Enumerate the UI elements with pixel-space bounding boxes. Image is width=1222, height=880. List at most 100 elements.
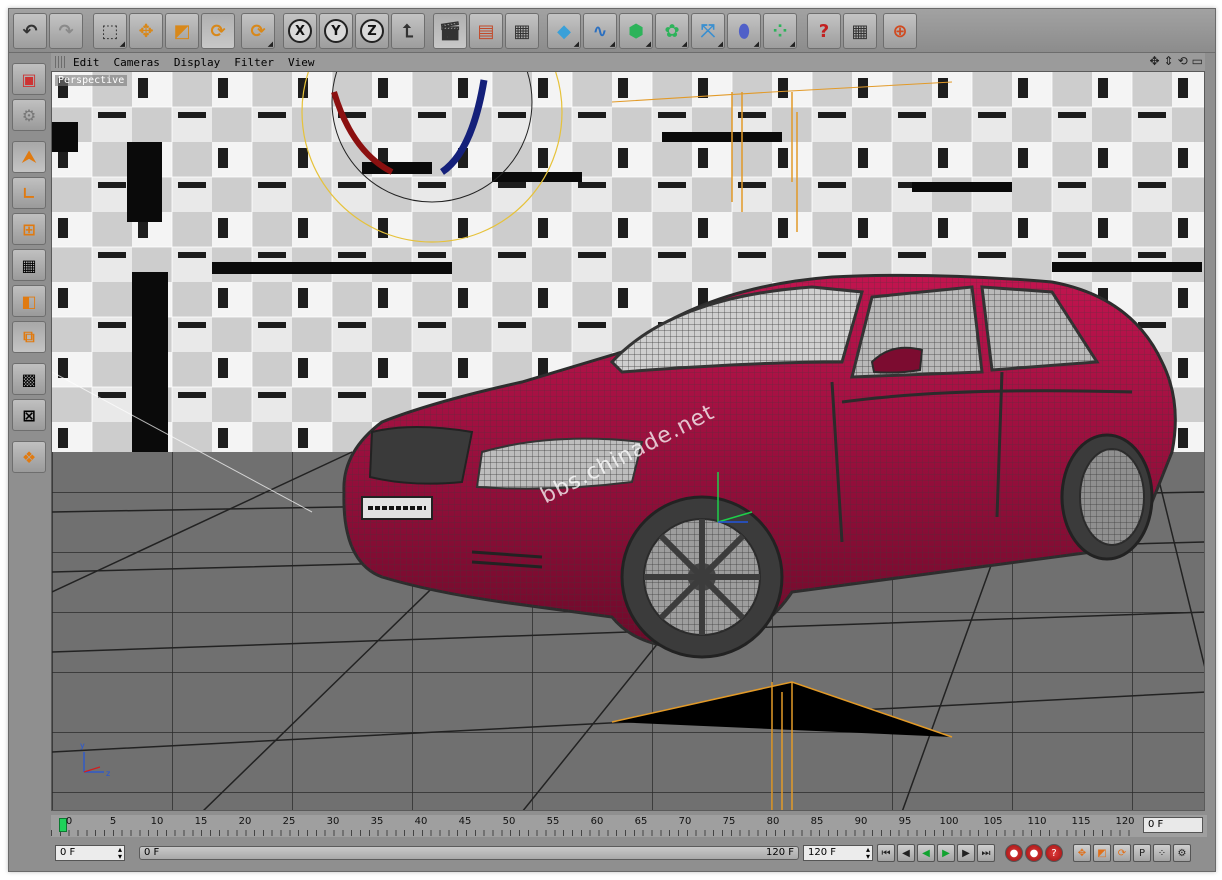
tick-label: 35 — [370, 816, 384, 827]
tick-label: 0 — [65, 816, 73, 827]
recent-tool-icon[interactable]: ⟳ ◢ — [241, 13, 275, 49]
menu-view[interactable]: View — [288, 56, 315, 69]
start-frame-field[interactable]: 0 F ▴ ▾ — [55, 845, 125, 861]
tick-label: 95 — [898, 816, 912, 827]
render-group: 🎬︎ ▤ ▦ — [433, 13, 539, 49]
play-backwards-icon[interactable]: ◀ — [917, 844, 935, 862]
tick-label: 60 — [590, 816, 604, 827]
rotate-icon[interactable]: ⟳ — [201, 13, 235, 49]
render-picture-viewer-icon[interactable]: ▤ — [469, 13, 503, 49]
next-frame-icon[interactable]: ▶ — [957, 844, 975, 862]
scale-key-icon[interactable]: ◩ — [1093, 844, 1111, 862]
tick-label: 100 — [939, 816, 959, 827]
x-axis-label: X — [288, 19, 312, 43]
menu-edit[interactable]: Edit — [73, 56, 100, 69]
go-to-start-icon[interactable]: ⏮ — [877, 844, 895, 862]
tick-label: 50 — [502, 816, 516, 827]
recent-group: ⟳ ◢ — [241, 13, 275, 49]
particles-icon[interactable]: ⁘ ◢ — [763, 13, 797, 49]
deformer-icon[interactable]: ⤧ ◢ — [691, 13, 725, 49]
cube-icon[interactable]: ◆ ◢ — [547, 13, 581, 49]
tick-label: 80 — [766, 816, 780, 827]
enable-snapping-icon[interactable]: ⊠ — [12, 399, 46, 431]
go-to-end-icon[interactable]: ⏭ — [977, 844, 995, 862]
scheme-settings-icon[interactable]: ⚙ — [1173, 844, 1191, 862]
live-selection-icon[interactable]: ⬚ ◢ — [93, 13, 127, 49]
autokeying-icon[interactable]: ● — [1025, 844, 1043, 862]
texture-mode-icon[interactable]: ⧉ — [12, 321, 46, 353]
panel-grip-icon[interactable] — [55, 56, 67, 68]
tick-label: 110 — [1027, 816, 1047, 827]
start-frame-value: 0 F — [60, 847, 76, 858]
menu-filter[interactable]: Filter — [234, 56, 274, 69]
use-points-icon[interactable]: ⊞ — [12, 213, 46, 245]
previous-frame-icon[interactable]: ◀ — [897, 844, 915, 862]
move-icon[interactable]: ✥ — [129, 13, 163, 49]
rotation-key-icon[interactable]: ⟳ — [1113, 844, 1131, 862]
spinner-icon[interactable]: ▴ ▾ — [118, 846, 122, 861]
nurbs-icon[interactable]: ⬢ ◢ — [619, 13, 653, 49]
preview-range-slider[interactable]: 0 F 120 F — [139, 846, 799, 860]
perspective-viewport[interactable]: y z Perspective bbs.chinade.net — [51, 71, 1205, 811]
viewport-navigation: ✥ ⇕ ⟲ ▭ — [1149, 54, 1203, 68]
scene-icon[interactable]: ⬮ ◢ — [727, 13, 761, 49]
objects-group: ◆ ◢ ∿ ◢ ⬢ ◢ ✿ ◢ ⤧ ◢ ⬮ ◢ ⁘ ◢ — [547, 13, 797, 49]
main-toolbar: ↶ ↷ ⬚ ◢ ✥ ◩ ⟳ ⟳ ◢ X Y Z ⮤ 🎬︎ ▤ ▦ ◆ ◢ ∿ ◢ ⬢ ◢ … — [9, 9, 1215, 53]
tick-label: 65 — [634, 816, 648, 827]
timeline-ruler[interactable]: 0 5 10 15 20 25 30 35 40 45 50 55 60 65 … — [51, 815, 1207, 837]
undo-icon[interactable]: ↶ — [13, 13, 47, 49]
tick-label: 10 — [150, 816, 164, 827]
use-model-tool-icon[interactable]: ⚙ — [12, 99, 46, 131]
spline-icon[interactable]: ∿ ◢ — [583, 13, 617, 49]
orbit-icon[interactable]: ⟲ — [1178, 54, 1188, 68]
tick-label: 85 — [810, 816, 824, 827]
use-polygons-icon[interactable]: ◧ — [12, 285, 46, 317]
play-forwards-icon[interactable]: ▶ — [937, 844, 955, 862]
mode-palette: ▣ ⚙ ⮝ ∟ ⊞ ▦ ◧ ⧉ ▩ ⊠ ❖ — [10, 63, 48, 477]
y-axis-lock-icon[interactable]: Y — [319, 13, 353, 49]
layout-icon[interactable]: ▦ — [843, 13, 877, 49]
web-icon[interactable]: ⊕ — [883, 13, 917, 49]
current-frame-value: 0 F — [1148, 819, 1164, 830]
viewport-camera-label[interactable]: Perspective — [55, 75, 128, 86]
array-icon[interactable]: ✿ ◢ — [655, 13, 689, 49]
dolly-icon[interactable]: ⇕ — [1164, 54, 1174, 68]
timeline-ticks — [51, 830, 1131, 836]
scale-icon[interactable]: ◩ — [165, 13, 199, 49]
z-axis-lock-icon[interactable]: Z — [355, 13, 389, 49]
make-editable-icon[interactable]: ▣ — [12, 63, 46, 95]
tick-label: 105 — [983, 816, 1003, 827]
use-axis-tool-icon[interactable]: ∟ — [12, 177, 46, 209]
axis-group: X Y Z ⮤ — [283, 13, 425, 49]
tick-label: 30 — [326, 816, 340, 827]
point-level-animation-icon[interactable]: ⁘ — [1153, 844, 1171, 862]
spinner-icon[interactable]: ▴ ▾ — [866, 846, 870, 861]
end-frame-field[interactable]: 120 F ▴ ▾ — [803, 845, 873, 861]
help-icon[interactable]: ? — [807, 13, 841, 49]
use-edges-icon[interactable]: ▦ — [12, 249, 46, 281]
use-object-tool-icon[interactable]: ⮝ — [12, 141, 46, 173]
workplane-icon[interactable]: ❖ — [12, 441, 46, 473]
render-view-icon[interactable]: 🎬︎ — [433, 13, 467, 49]
end-frame-value: 120 F — [808, 847, 837, 858]
tick-label: 75 — [722, 816, 736, 827]
tick-label: 115 — [1071, 816, 1091, 827]
tick-label: 70 — [678, 816, 692, 827]
menu-display[interactable]: Display — [174, 56, 220, 69]
solo-icon[interactable]: ▩ — [12, 363, 46, 395]
tick-label: 20 — [238, 816, 252, 827]
x-axis-lock-icon[interactable]: X — [283, 13, 317, 49]
current-frame-field[interactable]: 0 F — [1143, 817, 1203, 833]
record-active-objects-icon[interactable]: ● — [1005, 844, 1023, 862]
keyframe-selection-icon[interactable]: ? — [1045, 844, 1063, 862]
cinema4d-window: ↶ ↷ ⬚ ◢ ✥ ◩ ⟳ ⟳ ◢ X Y Z ⮤ 🎬︎ ▤ ▦ ◆ ◢ ∿ ◢ ⬢ ◢ … — [8, 8, 1216, 872]
menu-cameras[interactable]: Cameras — [114, 56, 160, 69]
position-key-icon[interactable]: ✥ — [1073, 844, 1091, 862]
maximize-icon[interactable]: ▭ — [1192, 54, 1203, 68]
render-settings-icon[interactable]: ▦ — [505, 13, 539, 49]
parameter-key-icon[interactable]: P — [1133, 844, 1151, 862]
redo-icon[interactable]: ↷ — [49, 13, 83, 49]
tick-label: 40 — [414, 816, 428, 827]
pan-icon[interactable]: ✥ — [1149, 54, 1159, 68]
coordinate-system-icon[interactable]: ⮤ — [391, 13, 425, 49]
